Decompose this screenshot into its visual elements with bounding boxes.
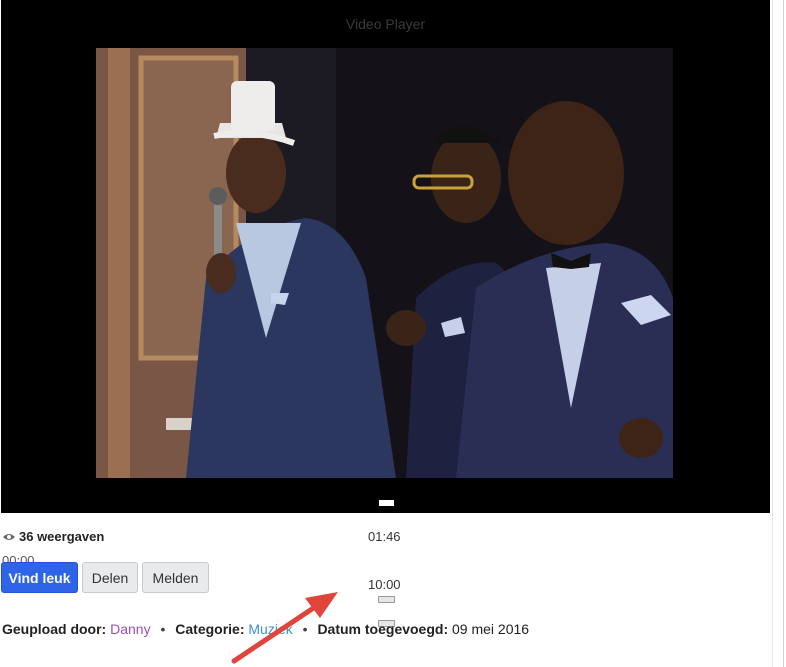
like-button[interactable]: Vind leuk (1, 562, 78, 593)
eye-icon (3, 533, 15, 540)
view-count-label: 36 weergaven (19, 529, 105, 544)
time-duration: 01:46 (368, 529, 401, 544)
category-link[interactable]: Muziek (248, 621, 292, 637)
time-end: 10:00 (368, 577, 401, 592)
meta-separator: • (160, 621, 166, 637)
date-added-value: 09 mei 2016 (452, 621, 530, 637)
uploaded-by-label: Geupload door: (2, 621, 107, 637)
share-button[interactable]: Delen (82, 562, 138, 593)
uploader-link[interactable]: Danny (110, 621, 150, 637)
view-count: 36 weergaven (2, 529, 104, 544)
player-title: Video Player (345, 16, 426, 32)
video-player[interactable]: Video Player (1, 0, 770, 513)
volume-slider-handle[interactable] (378, 596, 395, 603)
progress-handle[interactable] (379, 500, 394, 506)
page-scrollbar[interactable] (772, 0, 786, 667)
date-added-label: Datum toegevoegd: (317, 621, 449, 637)
video-meta: Geupload door: Danny • Categorie: Muziek… (2, 621, 529, 637)
meta-separator: • (302, 621, 308, 637)
report-button[interactable]: Melden (142, 562, 209, 593)
category-label: Categorie: (175, 621, 245, 637)
video-still (96, 48, 673, 478)
video-frame[interactable] (96, 48, 673, 478)
